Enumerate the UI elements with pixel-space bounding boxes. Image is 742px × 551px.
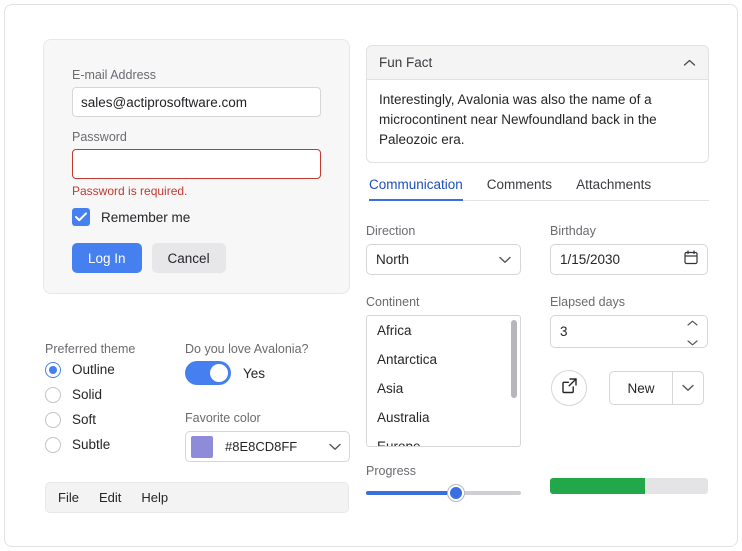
progress-bar-fill [550,478,645,494]
password-field[interactable] [72,149,321,179]
birthday-value: 1/15/2030 [560,252,621,267]
list-item[interactable]: Europe [367,432,520,446]
birthday-label: Birthday [550,224,596,238]
birthday-group: Birthday 1/15/2030 [550,223,708,275]
love-avalonia-row[interactable]: Yes [185,361,308,385]
color-swatch [191,435,213,458]
calendar-icon[interactable] [684,249,698,270]
stepper-arrows[interactable] [687,313,698,351]
menu-item-file[interactable]: File [58,490,79,505]
love-avalonia-label: Do you love Avalonia? [185,342,309,356]
radio-label-solid: Solid [72,387,103,402]
fun-fact-body: Interestingly, Avalonia was also the nam… [379,92,657,147]
chevron-up-icon[interactable] [687,313,698,331]
cancel-button[interactable]: Cancel [151,243,226,273]
open-external-button[interactable] [551,370,587,406]
password-label: Password [72,130,127,144]
tab-attachments[interactable]: Attachments [576,177,651,201]
remember-me-row[interactable]: Remember me [72,208,321,226]
fun-fact-expander: Fun Fact Interestingly, Avalonia was als… [366,45,709,163]
favorite-color-value: #8E8CD8FF [225,439,298,454]
new-button[interactable]: New [610,372,672,404]
list-item[interactable]: Africa [367,316,520,345]
favorite-color-group: Favorite color #8E8CD8FF [185,410,350,462]
direction-group: Direction North [366,223,521,275]
tab-comments[interactable]: Comments [487,177,552,201]
new-split-button: New [609,371,704,405]
direction-value: North [376,252,410,267]
favorite-color-picker[interactable]: #8E8CD8FF [185,431,350,462]
chevron-up-icon[interactable] [683,54,696,72]
elapsed-days-label: Elapsed days [550,295,626,309]
list-item[interactable]: Australia [367,403,520,432]
external-link-icon [561,377,578,399]
list-item[interactable]: Asia [367,374,520,403]
remember-me-label: Remember me [101,209,191,225]
menu-item-edit[interactable]: Edit [99,490,121,505]
radio-button-soft[interactable] [45,411,61,428]
radio-subtle[interactable]: Subtle [45,432,175,457]
radio-button-outline[interactable] [45,361,61,378]
new-dropdown-button[interactable] [672,372,703,404]
menu-item-help[interactable]: Help [141,490,168,505]
continent-listbox[interactable]: Africa Antarctica Asia Australia Europe [366,315,521,447]
log-in-button[interactable]: Log In [72,243,142,273]
elapsed-days-stepper[interactable]: 3 [550,315,708,348]
action-button-row: New [551,370,704,406]
radio-soft[interactable]: Soft [45,407,175,432]
email-label: E-mail Address [72,68,157,82]
login-button-row: Log In Cancel [72,243,321,273]
login-card: E-mail Address Password Password is requ… [43,39,350,294]
progress-label: Progress [366,464,417,478]
chevron-down-icon [499,251,511,269]
progress-label-wrap: Progress [366,462,416,480]
direction-combobox[interactable]: North [366,244,521,275]
elapsed-days-value: 3 [560,324,568,339]
password-error-message: Password is required. [72,184,188,198]
chevron-down-icon [682,379,694,397]
love-avalonia-toggle[interactable] [185,361,231,385]
email-field[interactable] [72,87,321,117]
elapsed-days-group: Elapsed days 3 [550,294,708,348]
progress-bar [550,478,708,494]
birthday-date-picker[interactable]: 1/15/2030 [550,244,708,275]
chevron-down-icon [329,438,341,456]
chevron-down-icon[interactable] [687,333,698,351]
love-avalonia-group: Do you love Avalonia? Yes [185,341,308,385]
continent-label: Continent [366,295,420,309]
window-content: E-mail Address Password Password is requ… [5,5,737,546]
slider-thumb[interactable] [447,485,464,501]
menu-bar: File Edit Help [45,482,349,513]
radio-solid[interactable]: Solid [45,382,175,407]
radio-label-subtle: Subtle [72,437,111,452]
remember-me-checkbox[interactable] [72,208,90,226]
preferred-theme-group: Preferred theme Outline Solid Soft Subtl… [45,341,175,457]
radio-outline[interactable]: Outline [45,357,175,382]
tab-strip: Communication Comments Attachments [369,177,709,201]
list-item[interactable]: Antarctica [367,345,520,374]
radio-label-outline: Outline [72,362,115,377]
love-avalonia-state: Yes [243,365,266,381]
favorite-color-label: Favorite color [185,411,261,425]
app-window: E-mail Address Password Password is requ… [4,4,738,547]
radio-button-solid[interactable] [45,386,61,403]
radio-label-soft: Soft [72,412,97,427]
radio-button-subtle[interactable] [45,436,61,453]
fun-fact-header[interactable]: Fun Fact [367,46,708,80]
check-icon [75,212,87,222]
preferred-theme-label: Preferred theme [45,342,136,356]
direction-label: Direction [366,224,416,238]
progress-slider[interactable] [366,483,521,503]
slider-fill [366,491,456,495]
tab-communication[interactable]: Communication [369,177,463,201]
fun-fact-title: Fun Fact [379,55,433,70]
continent-group: Continent Africa Antarctica Asia Austral… [366,294,521,447]
listbox-scrollbar-thumb[interactable] [511,320,517,398]
